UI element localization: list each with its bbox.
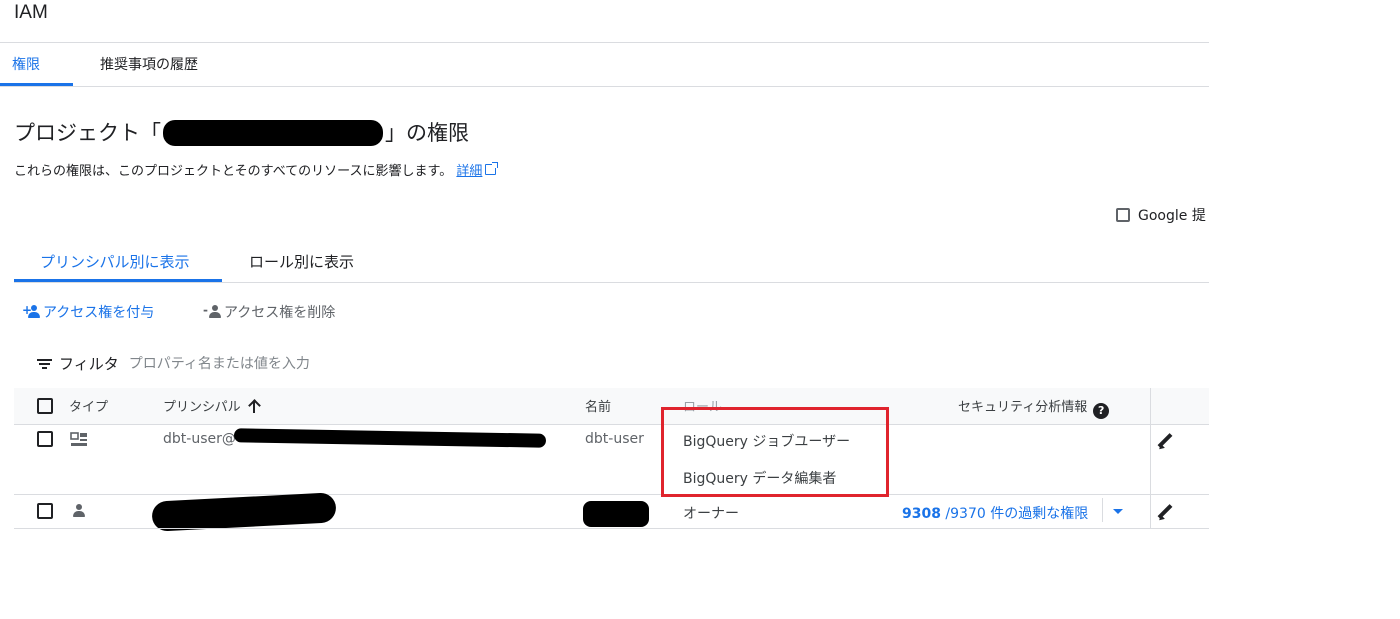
row-checkbox[interactable] xyxy=(37,503,53,523)
person-icon xyxy=(72,503,86,522)
edit-pencil-icon[interactable] xyxy=(1157,433,1173,452)
filter-label: フィルタ xyxy=(59,355,119,373)
subtitle-text: これらの権限は、このプロジェクトとそのすべてのリソースに影響します。 xyxy=(14,164,453,179)
redacted-name xyxy=(583,501,649,527)
remove-access-button[interactable]: - アクセス権を削除 xyxy=(203,302,335,322)
chevron-down-icon xyxy=(1113,509,1123,514)
header-security-insights[interactable]: セキュリティ分析情報? xyxy=(958,396,1110,419)
insight-divider xyxy=(1102,498,1103,522)
table-bottom-divider xyxy=(14,528,1209,529)
service-account-icon xyxy=(70,432,88,452)
header-name[interactable]: 名前 xyxy=(585,396,611,415)
grant-access-label: アクセス権を付与 xyxy=(43,305,155,321)
page-title-suffix: 」の権限 xyxy=(385,121,469,145)
row-checkbox[interactable] xyxy=(37,431,53,451)
header-type[interactable]: タイプ xyxy=(69,396,108,415)
page-subtitle: これらの権限は、このプロジェクトとそのすべてのリソースに影響します。 詳細 xyxy=(14,160,499,179)
external-link-icon xyxy=(485,162,499,175)
header-principal[interactable]: プリンシパル xyxy=(163,396,261,415)
remove-access-label: アクセス権を削除 xyxy=(224,305,336,321)
tab-permissions[interactable]: 権限 xyxy=(12,54,40,74)
filter-bar: フィルタ xyxy=(37,353,529,374)
header-divider xyxy=(0,42,1209,43)
sort-ascending-icon xyxy=(247,399,261,413)
redacted-principal-email xyxy=(233,428,547,448)
grant-access-button[interactable]: + アクセス権を付与 xyxy=(22,302,154,322)
learn-more-link[interactable]: 詳細 xyxy=(456,164,482,179)
tab-view-by-principal[interactable]: プリンシパル別に表示 xyxy=(40,251,190,272)
excess-permissions-link[interactable]: 9308 /9370 件の過剰な権限 xyxy=(902,503,1088,523)
row-divider xyxy=(14,494,1209,495)
app-title: IAM xyxy=(14,2,48,23)
principal-name: dbt-user xyxy=(585,431,644,447)
filter-input[interactable] xyxy=(128,355,529,372)
redacted-project-name xyxy=(163,120,383,146)
redacted-principal xyxy=(151,492,337,532)
select-all-checkbox[interactable] xyxy=(37,398,53,418)
principal-email: dbt-user@ xyxy=(163,431,236,447)
person-add-icon: + xyxy=(22,303,42,319)
tabs-divider xyxy=(0,86,1209,87)
role-owner: オーナー xyxy=(683,506,739,522)
annotation-highlight-box xyxy=(661,407,889,497)
actions-column-divider xyxy=(1150,388,1151,529)
page-title-prefix: プロジェクト「 xyxy=(14,121,161,145)
expand-insights-dropdown[interactable] xyxy=(1113,509,1123,514)
page-title: プロジェクト「 」の権限 xyxy=(14,117,469,147)
filter-icon xyxy=(37,358,52,370)
view-tabs-divider xyxy=(14,282,1209,283)
help-icon[interactable]: ? xyxy=(1093,403,1110,419)
tab-recommendation-history[interactable]: 推奨事項の履歴 xyxy=(100,54,198,74)
checkbox-icon[interactable] xyxy=(1116,208,1130,222)
header-bottom-divider xyxy=(14,424,1209,425)
google-provided-checkbox[interactable]: Google 提 xyxy=(1116,205,1206,225)
person-remove-icon: - xyxy=(203,303,223,319)
tab-view-by-role[interactable]: ロール別に表示 xyxy=(249,251,354,272)
google-provided-label: Google 提 xyxy=(1138,208,1206,224)
edit-pencil-icon[interactable] xyxy=(1157,504,1173,523)
